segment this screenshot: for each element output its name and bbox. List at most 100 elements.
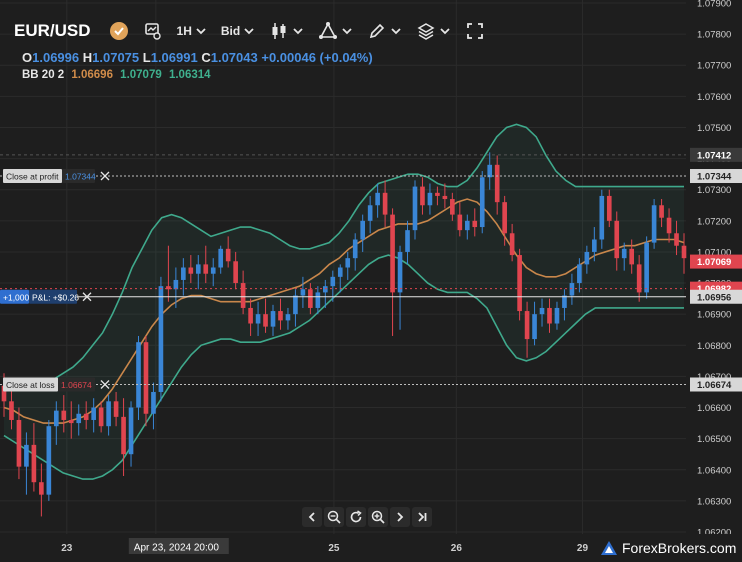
price-tick-label: 1.06300: [697, 496, 731, 507]
candle-body: [255, 314, 261, 324]
candle-body: [24, 444, 29, 467]
candle-body: [83, 413, 89, 420]
chart-type-selector[interactable]: [265, 18, 308, 44]
candle-body: [367, 205, 373, 221]
timeframe-selector[interactable]: 1H: [173, 18, 211, 44]
candle-body: [151, 391, 156, 414]
candle-body: [203, 264, 209, 274]
zoom-out-button[interactable]: [324, 507, 344, 527]
candle-body: [218, 248, 224, 268]
time-tick-label: 25: [328, 543, 340, 554]
candle-body: [352, 239, 358, 259]
candle-body: [91, 407, 96, 420]
symbol-name[interactable]: EUR/USD: [14, 21, 91, 41]
chevron-left-icon: [308, 512, 315, 522]
ohlc-legend: O1.06996 H1.07075 L1.06991 C1.07043 +0.0…: [22, 50, 373, 65]
price-tick-label: 1.07500: [697, 123, 731, 134]
take-profit-label: Close at profit: [6, 172, 59, 182]
candle-body: [629, 248, 635, 265]
crosshair-price-tag: 1.07412: [697, 150, 731, 161]
price-tick-label: 1.06500: [697, 434, 731, 445]
candle-body: [659, 205, 664, 218]
candle-body: [128, 407, 134, 455]
scroll-left-button[interactable]: [302, 507, 322, 527]
layers-selector[interactable]: [412, 18, 455, 44]
stop-loss-order[interactable]: Close at loss 1.06674: [3, 377, 110, 392]
scroll-right-button[interactable]: [390, 507, 410, 527]
price-tick-label: 1.06900: [697, 310, 731, 321]
price-tick-label: 1.07600: [697, 92, 731, 103]
candle-body: [278, 311, 283, 321]
scroll-to-end-button[interactable]: [412, 507, 432, 527]
last-price-tag: 1.07069: [697, 257, 731, 268]
open-value: 1.06996: [32, 50, 80, 65]
layers-icon: [417, 23, 435, 40]
candle-body: [248, 307, 253, 324]
candle-body: [106, 401, 111, 427]
close-label: C: [201, 50, 211, 65]
reset-button[interactable]: [346, 507, 366, 527]
candle-body: [651, 205, 657, 243]
candle-body: [666, 217, 672, 234]
price-axis[interactable]: 1.07900 1.07800 1.07700 1.07600 1.07500 1.074…: [687, 0, 742, 539]
fullscreen-icon: [467, 23, 484, 39]
time-tick-label: 29: [577, 543, 589, 554]
position-size: +1,000: [3, 292, 30, 302]
take-profit-price: 1.07344: [65, 172, 96, 182]
chevron-down-icon: [196, 28, 206, 35]
candle-body: [487, 164, 493, 178]
close-value: 1.07043: [210, 50, 258, 65]
chart-settings-button[interactable]: [139, 18, 167, 44]
take-profit-price-tag: 1.07344: [697, 172, 732, 183]
candle-body: [188, 267, 194, 274]
favorite-button[interactable]: [105, 18, 133, 44]
candle-body: [517, 255, 522, 312]
position-order[interactable]: +1,000 P&L: +$0.26: [0, 289, 92, 304]
price-tick-label: 1.07900: [697, 0, 731, 10]
candle-body: [577, 264, 582, 284]
candle-body: [181, 267, 186, 280]
fullscreen-button[interactable]: [461, 18, 489, 44]
candle-body: [308, 289, 313, 308]
skip-to-end-icon: [418, 512, 427, 522]
drawing-tools-selector[interactable]: [363, 18, 406, 44]
candle-body: [674, 233, 679, 246]
price-type-selector[interactable]: Bid: [217, 18, 259, 44]
high-value: 1.07075: [92, 50, 140, 65]
indicator-upper-value: 1.07079: [120, 69, 162, 81]
time-tick-label: 23: [61, 543, 73, 554]
candle-body: [345, 258, 351, 268]
indicators-icon: [319, 22, 338, 39]
candle-body: [592, 239, 597, 252]
chart-settings-icon: [144, 23, 161, 40]
brand-logo-icon: [601, 541, 617, 555]
candle-body: [644, 242, 649, 293]
price-tick-label: 1.06800: [697, 341, 731, 352]
candle-body: [584, 251, 590, 265]
candle-body: [479, 177, 485, 228]
chevron-right-icon: [397, 512, 404, 522]
candle-body: [405, 230, 410, 252]
indicator-legend[interactable]: BB 20 2 1.06696 1.07079 1.06314: [22, 69, 211, 81]
chart-navigation: [302, 507, 432, 527]
candle-body: [382, 192, 388, 215]
candle-body: [9, 401, 14, 420]
timeframe-label: 1H: [176, 24, 192, 38]
candle-body: [293, 295, 298, 315]
candle-body: [113, 401, 119, 417]
take-profit-order[interactable]: Close at profit 1.07344: [3, 169, 110, 184]
candle-body: [606, 195, 612, 221]
zoom-in-button[interactable]: [368, 507, 388, 527]
open-label: O: [22, 50, 33, 65]
candle-body: [240, 283, 246, 308]
indicator-name: BB 20 2: [22, 69, 65, 81]
low-label: L: [142, 50, 151, 65]
candlestick-icon: [272, 23, 286, 39]
chevron-down-icon: [244, 28, 254, 35]
price-chart[interactable]: Close at profit 1.07344 Close at loss 1.066…: [0, 0, 742, 562]
indicators-selector[interactable]: [314, 18, 357, 44]
reset-icon: [350, 510, 362, 523]
candle-body: [225, 248, 231, 262]
candle-body: [412, 186, 418, 231]
candle-body: [270, 311, 276, 327]
